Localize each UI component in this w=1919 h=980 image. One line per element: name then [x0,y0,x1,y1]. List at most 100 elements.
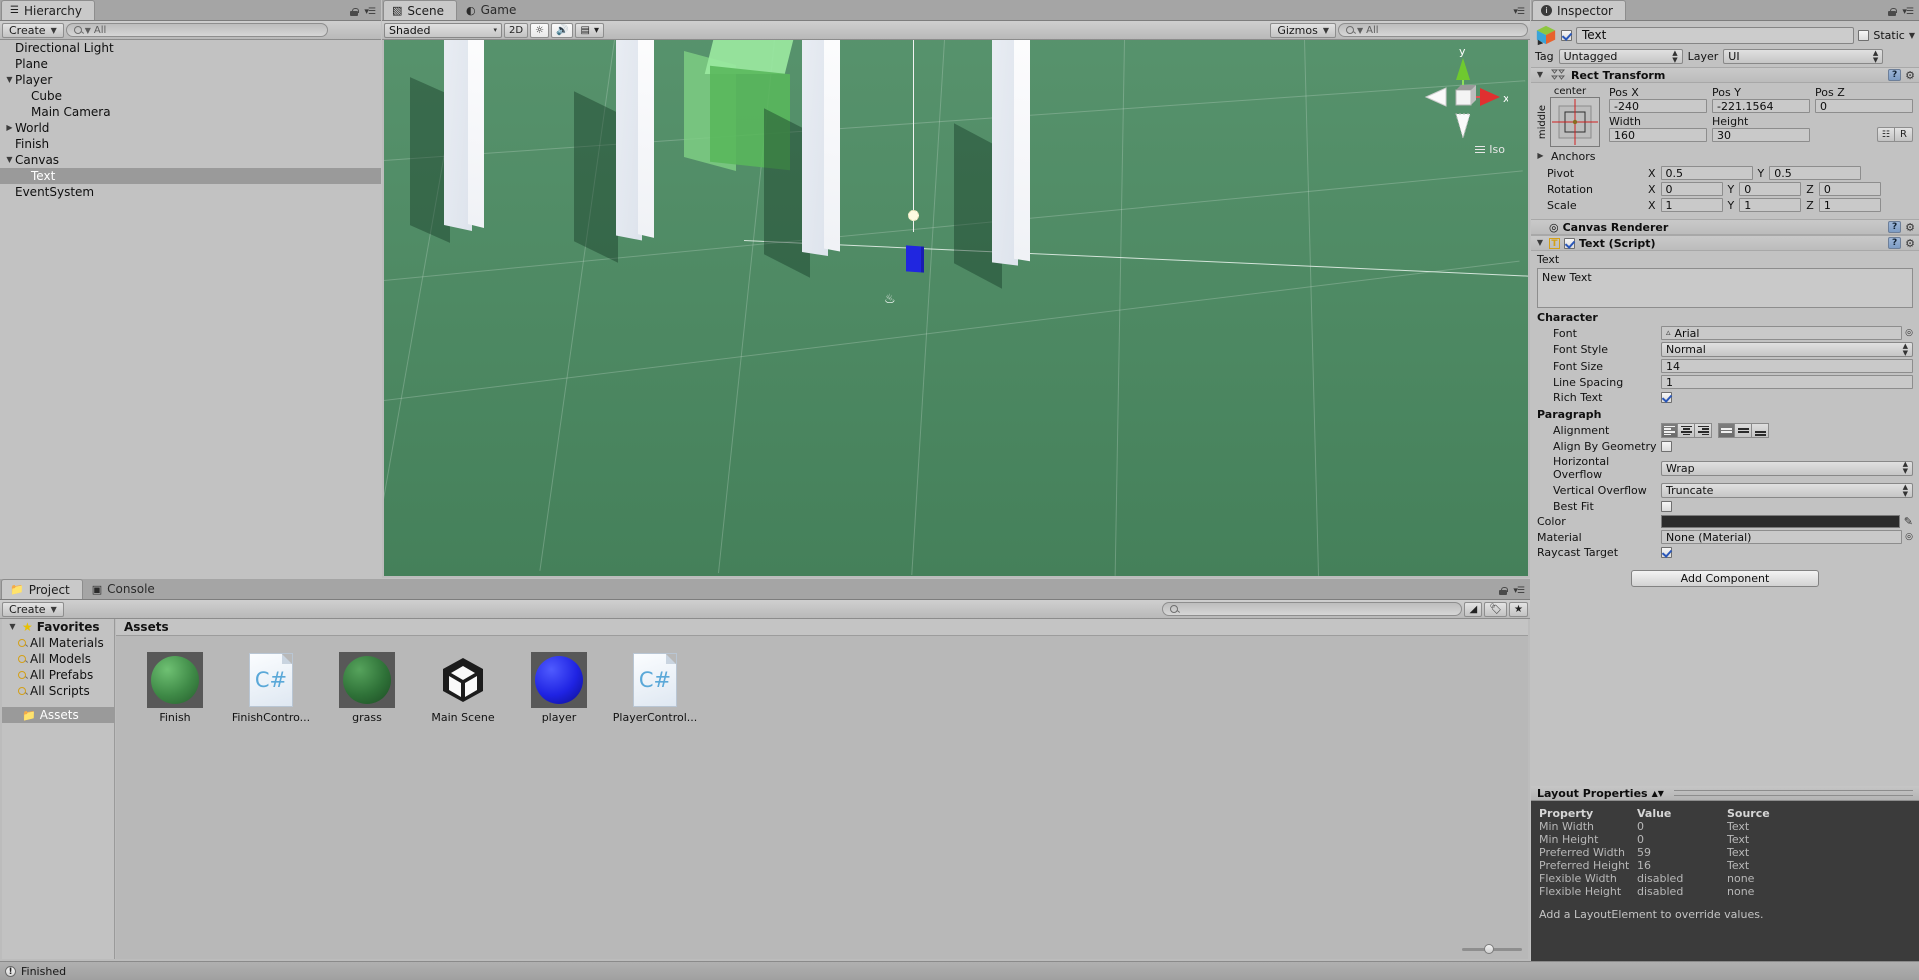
hierarchy-search-input[interactable]: ▼ All [65,23,328,37]
thumbnail-size-slider[interactable] [1462,943,1522,955]
help-icon[interactable]: ? [1888,237,1902,249]
asset-item[interactable]: player [520,652,598,724]
chevron-down-icon[interactable]: ▼ [4,72,15,88]
chevron-right-icon[interactable]: ▶ [4,120,15,136]
anchors-foldout[interactable]: ▶ Anchors [1531,147,1919,165]
asset-item[interactable]: C# FinishContro... [232,652,310,724]
static-dropdown-icon[interactable]: ▼ [1909,31,1915,40]
favorites-button[interactable]: ★ [1509,601,1528,617]
rotation-x-input[interactable]: 0 [1660,182,1723,196]
project-folder-assets[interactable]: 📁 Assets [2,707,114,723]
help-icon[interactable]: ? [1888,69,1902,81]
vertical-overflow-dropdown[interactable]: Truncate ▲ ▼ [1661,483,1913,498]
favorite-item[interactable]: All Prefabs [2,667,114,683]
pos-y-input[interactable]: -221.1564 [1712,99,1810,113]
lock-icon[interactable] [1888,7,1898,17]
text-component-enabled-checkbox[interactable] [1564,237,1575,249]
create-button[interactable]: Create ▼ [2,22,64,38]
projection-mode-toggle[interactable]: Iso [1475,143,1505,156]
height-input[interactable]: 30 [1712,128,1810,142]
filter-by-label-button[interactable]: 🏷 [1484,601,1508,617]
favorites-header[interactable]: ▼ ★ Favorites [2,619,114,635]
color-swatch[interactable] [1661,515,1900,528]
scene-menu-icon[interactable]: ▾☰ [1513,7,1525,17]
font-size-input[interactable]: 14 [1661,359,1913,373]
lock-icon[interactable] [350,7,360,17]
chevron-down-icon[interactable]: ▼ [4,152,15,168]
tab-scene[interactable]: ▧ Scene [383,0,457,20]
favorite-item[interactable]: All Models [2,651,114,667]
scale-y-input[interactable]: 1 [1739,198,1802,212]
gameobject-name-input[interactable]: Text [1576,26,1855,44]
asset-grid[interactable]: Finish C# FinishContro... grass Main Scene pl… [116,636,1528,724]
hierarchy-item[interactable]: ▼ Canvas [0,152,381,168]
scene-orientation-gizmo[interactable]: y x [1418,42,1508,157]
gameobject-enabled-checkbox[interactable] [1561,29,1572,41]
font-style-dropdown[interactable]: Normal ▲ ▼ [1661,342,1913,357]
add-component-button[interactable]: Add Component [1631,570,1819,587]
align-bottom-button[interactable] [1752,423,1769,438]
hierarchy-tree[interactable]: ▶Directional Light▶Plane▼Player▶Cube▶Mai… [0,40,381,576]
object-picker-icon[interactable]: ◎ [1905,532,1913,542]
rich-text-checkbox[interactable] [1661,392,1672,403]
canvas-renderer-header[interactable]: ▶ ◎ Canvas Renderer ? ⚙ [1531,219,1919,235]
gizmos-dropdown[interactable]: Gizmos ▼ [1270,22,1336,38]
asset-item[interactable]: Finish [136,652,214,724]
rect-transform-header[interactable]: ▼ Rect Transform ? ⚙ [1531,67,1919,83]
vertical-alignment-group[interactable] [1718,423,1769,438]
scene-effects-dropdown[interactable]: ▤ ▾ [575,22,604,38]
align-right-button[interactable] [1695,423,1712,438]
eyedropper-icon[interactable]: ✎ [1904,515,1913,528]
hierarchy-item[interactable]: ▶Text [0,168,381,184]
pivot-x-input[interactable]: 0.5 [1660,166,1753,180]
best-fit-checkbox[interactable] [1661,501,1672,512]
hierarchy-menu-icon[interactable]: ▾☰ [364,7,376,17]
align-left-button[interactable] [1661,423,1678,438]
gear-icon[interactable]: ⚙ [1905,221,1915,234]
hierarchy-item[interactable]: ▶EventSystem [0,184,381,200]
scene-viewport[interactable]: ♨ y x Iso [384,40,1528,576]
align-top-button[interactable] [1718,423,1735,438]
pivot-y-input[interactable]: 0.5 [1769,166,1862,180]
asset-item[interactable]: C# PlayerControl... [613,652,697,724]
pos-z-input[interactable]: 0 [1815,99,1913,113]
raw-edit-mode-button[interactable]: R [1895,127,1913,142]
hierarchy-item[interactable]: ▶ World [0,120,381,136]
text-script-header[interactable]: ▼ T Text (Script) ? ⚙ [1531,235,1919,251]
align-middle-button[interactable] [1735,423,1752,438]
rotation-z-input[interactable]: 0 [1818,182,1881,196]
scene-search-input[interactable]: ▼ All [1338,23,1528,37]
help-icon[interactable]: ? [1888,221,1902,233]
favorites-list[interactable]: All Materials All Models All Prefabs All Sc… [2,635,114,699]
hierarchy-item[interactable]: ▶Directional Light [0,40,381,56]
hierarchy-item[interactable]: ▶Finish [0,136,381,152]
hierarchy-item[interactable]: ▶Plane [0,56,381,72]
width-input[interactable]: 160 [1609,128,1707,142]
layer-dropdown[interactable]: UI ▲ ▼ [1723,49,1884,64]
toggle-2d-button[interactable]: 2D [504,22,529,38]
anchor-preset-widget[interactable]: center middle [1537,86,1603,147]
slider-knob[interactable] [1484,944,1494,954]
filter-by-type-button[interactable]: ◢ [1464,601,1483,617]
scale-z-input[interactable]: 1 [1818,198,1881,212]
project-create-button[interactable]: Create ▼ [2,601,64,617]
pos-x-input[interactable]: -240 [1609,99,1707,113]
gear-icon[interactable]: ⚙ [1905,69,1915,82]
align-center-button[interactable] [1678,423,1695,438]
rotation-y-input[interactable]: 0 [1739,182,1802,196]
lock-icon[interactable] [1499,586,1509,596]
hierarchy-item[interactable]: ▶Cube [0,88,381,104]
hierarchy-item[interactable]: ▶Main Camera [0,104,381,120]
layout-properties-header[interactable]: Layout Properties ▲▼ [1531,786,1919,801]
asset-item[interactable]: Main Scene [424,652,502,724]
line-spacing-input[interactable]: 1 [1661,375,1913,389]
asset-item[interactable]: grass [328,652,406,724]
favorite-item[interactable]: All Materials [2,635,114,651]
anchor-preset-graphic[interactable] [1550,97,1600,147]
tag-dropdown[interactable]: Untagged ▲ ▼ [1558,49,1683,64]
project-menu-icon[interactable]: ▾☰ [1513,586,1525,596]
tab-project[interactable]: 📁 Project [1,579,83,599]
horizontal-overflow-dropdown[interactable]: Wrap ▲ ▼ [1661,460,1913,476]
tab-inspector[interactable]: i Inspector [1532,0,1626,20]
text-content-input[interactable]: New Text [1537,268,1913,308]
